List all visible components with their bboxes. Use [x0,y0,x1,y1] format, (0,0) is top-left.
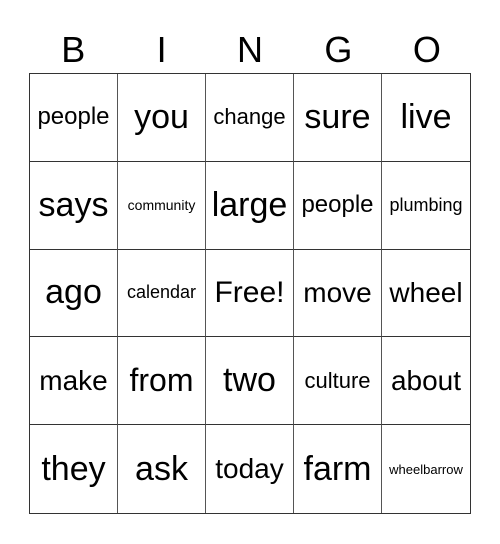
bingo-cell[interactable]: calendar [118,249,206,338]
bingo-cell[interactable]: culture [294,337,382,426]
bingo-grid: people you change sure live says community larg… [29,73,471,514]
bingo-cell[interactable]: today [206,425,294,513]
bingo-cell[interactable]: large [206,161,294,250]
header-letter-o: O [412,29,441,70]
bingo-cell[interactable]: wheelbarrow [382,425,470,513]
bingo-cell[interactable]: plumbing [382,162,470,250]
bingo-cell[interactable]: community [118,161,206,250]
bingo-cell[interactable]: live [382,74,470,162]
bingo-cell[interactable]: move [294,249,382,338]
free-space-cell[interactable]: Free! [206,249,294,338]
bingo-cell[interactable]: you [118,74,206,162]
bingo-cell[interactable]: two [206,337,294,426]
bingo-cell[interactable]: they [30,425,118,513]
bingo-cell[interactable]: ask [118,425,206,513]
bingo-cell[interactable]: people [30,74,118,162]
header-letter-n: N [237,29,264,70]
bingo-cell[interactable]: about [382,337,470,426]
header-letter-b: B [61,29,86,70]
bingo-cell[interactable]: sure [294,74,382,162]
bingo-cell[interactable]: says [30,161,118,250]
bingo-cell[interactable]: wheel [382,250,470,338]
bingo-cell[interactable]: ago [30,249,118,338]
bingo-cell[interactable]: people [294,161,382,250]
bingo-cell[interactable]: farm [294,425,382,513]
bingo-header: B I N G O [29,30,471,70]
header-letter-i: I [156,29,167,70]
bingo-cell[interactable]: change [206,74,294,162]
bingo-cell[interactable]: from [118,337,206,426]
bingo-cell[interactable]: make [30,337,118,426]
header-letter-g: G [324,29,353,70]
